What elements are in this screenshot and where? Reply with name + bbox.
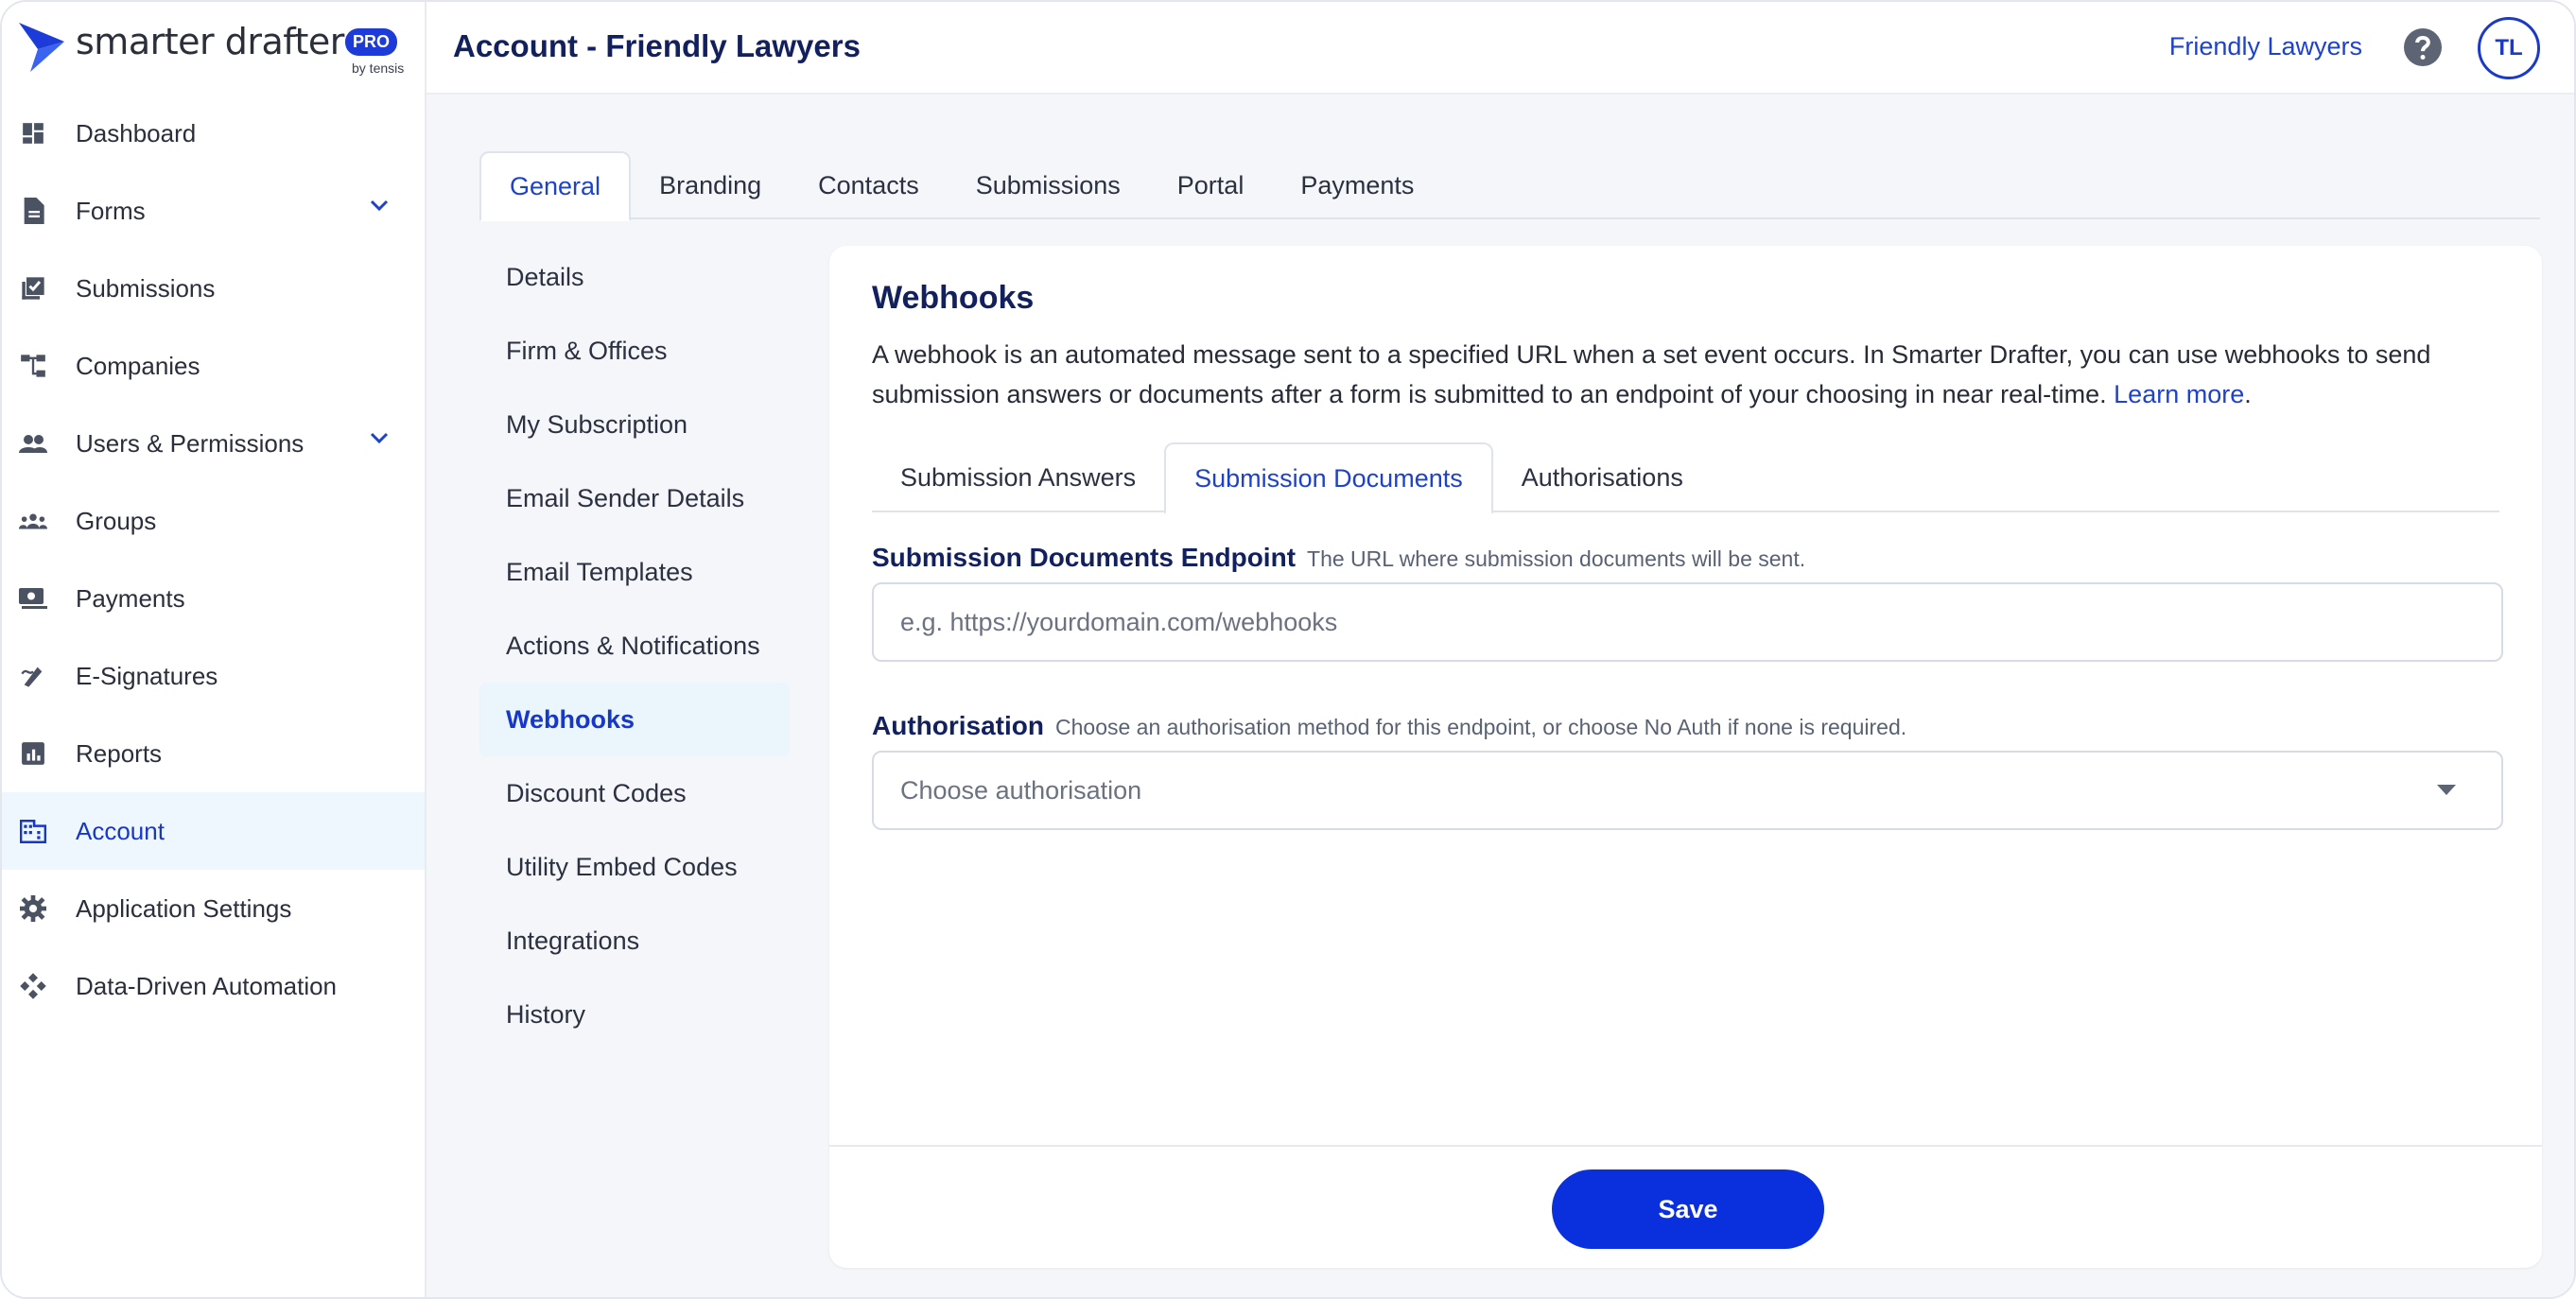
avatar[interactable]: TL <box>2478 17 2540 79</box>
webhooks-card: Webhooks A webhook is an automated messa… <box>829 246 2542 1268</box>
sidebar-item-label: Submissions <box>76 273 216 303</box>
tab-submissions[interactable]: Submissions <box>948 151 1149 219</box>
chevron-down-icon[interactable] <box>369 199 390 212</box>
tab-authorisations[interactable]: Authorisations <box>1493 442 1712 512</box>
report-icon <box>19 739 47 768</box>
sidebar-item-reports[interactable]: Reports <box>2 715 425 792</box>
authorisation-select[interactable]: Choose authorisation <box>872 751 2503 830</box>
sidebar-item-label: Users & Permissions <box>76 428 305 458</box>
webhook-tabs: Submission Answers Submission Documents … <box>872 442 2499 514</box>
logo-mark-icon <box>19 23 64 72</box>
sidebar-item-label: Reports <box>76 738 163 768</box>
sidebar-item-label: Payments <box>76 583 185 613</box>
brand-name: smarter drafter <box>76 21 344 62</box>
subnav-item-actions-notifications[interactable]: Actions & Notifications <box>479 609 790 683</box>
sidebar-item-submissions[interactable]: Submissions <box>2 250 425 327</box>
sidebar-item-label: Forms <box>76 196 146 225</box>
signature-icon <box>19 662 47 690</box>
tab-contacts[interactable]: Contacts <box>790 151 948 219</box>
document-icon <box>19 197 47 225</box>
section-description: A webhook is an automated message sent t… <box>872 340 2431 408</box>
building-icon <box>19 817 47 845</box>
main-content: General Branding Contacts Submissions Po… <box>426 95 2574 1297</box>
subnav-item-firm-offices[interactable]: Firm & Offices <box>479 314 790 388</box>
subnav-item-utility-embed-codes[interactable]: Utility Embed Codes <box>479 830 790 904</box>
logo[interactable]: smarter drafter PRO by tensis <box>17 19 414 79</box>
page-title: Account - Friendly Lawyers <box>453 28 861 63</box>
authorisation-label-text: Authorisation <box>872 711 1044 740</box>
card-footer: Save <box>829 1145 2542 1268</box>
subnav-item-email-templates[interactable]: Email Templates <box>479 535 790 609</box>
sidebar-item-label: E-Signatures <box>76 661 218 690</box>
save-button[interactable]: Save <box>1552 1169 1824 1249</box>
sidebar-item-label: Account <box>76 816 165 845</box>
endpoint-url-input[interactable] <box>872 582 2503 662</box>
tab-payments[interactable]: Payments <box>1272 151 1442 219</box>
sidebar: smarter drafter PRO by tensis Dashboard … <box>2 2 426 1297</box>
checklist-icon <box>19 274 47 303</box>
sidebar-item-account[interactable]: Account <box>2 792 425 870</box>
tab-submission-answers[interactable]: Submission Answers <box>872 442 1164 512</box>
learn-more-link[interactable]: Learn more <box>2114 380 2244 408</box>
pro-badge: PRO <box>345 28 398 56</box>
tab-general[interactable]: General <box>479 151 632 221</box>
sidebar-item-data-driven-automation[interactable]: Data-Driven Automation <box>2 947 425 1025</box>
endpoint-label: Submission Documents Endpoint The URL whe… <box>872 543 1805 573</box>
authorisation-select-value: Choose authorisation <box>900 775 1142 805</box>
sidebar-item-groups[interactable]: Groups <box>2 482 425 560</box>
tab-branding[interactable]: Branding <box>631 151 790 219</box>
account-tabs: General Branding Contacts Submissions Po… <box>479 151 2540 221</box>
sidebar-item-label: Companies <box>76 351 200 380</box>
subnav-item-email-sender-details[interactable]: Email Sender Details <box>479 461 790 535</box>
automation-icon <box>19 972 47 1000</box>
tab-portal[interactable]: Portal <box>1149 151 1273 219</box>
authorisation-hint: Choose an authorisation method for this … <box>1055 715 1907 739</box>
sidebar-item-payments[interactable]: Payments <box>2 560 425 637</box>
subnav-item-discount-codes[interactable]: Discount Codes <box>479 756 790 830</box>
sidebar-item-application-settings[interactable]: Application Settings <box>2 870 425 947</box>
tab-submission-documents[interactable]: Submission Documents <box>1164 442 1493 514</box>
sidebar-item-label: Application Settings <box>76 893 292 923</box>
subnav-item-details[interactable]: Details <box>479 240 790 314</box>
subnav-item-integrations[interactable]: Integrations <box>479 904 790 978</box>
subnav-item-webhooks[interactable]: Webhooks <box>479 683 790 756</box>
brand-byline: by tensis <box>352 61 405 76</box>
sidebar-item-e-signatures[interactable]: E-Signatures <box>2 637 425 715</box>
sidebar-item-companies[interactable]: Companies <box>2 327 425 405</box>
endpoint-label-text: Submission Documents Endpoint <box>872 543 1297 572</box>
app-window: smarter drafter PRO by tensis Dashboard … <box>0 0 2576 1299</box>
sidebar-item-label: Dashboard <box>76 118 197 147</box>
dashboard-icon <box>19 119 47 147</box>
hierarchy-icon <box>19 352 47 380</box>
subnav-item-my-subscription[interactable]: My Subscription <box>479 388 790 461</box>
endpoint-hint: The URL where submission documents will … <box>1307 546 1806 571</box>
section-title: Webhooks <box>872 280 1035 316</box>
top-header: Account - Friendly Lawyers Friendly Lawy… <box>426 2 2574 95</box>
general-subnav: Details Firm & Offices My Subscription E… <box>479 240 790 1051</box>
chevron-down-icon[interactable] <box>369 431 390 444</box>
sidebar-item-users-permissions[interactable]: Users & Permissions <box>2 405 425 482</box>
sidebar-item-label: Data-Driven Automation <box>76 971 338 1000</box>
sidebar-item-forms[interactable]: Forms <box>2 172 425 250</box>
organization-link[interactable]: Friendly Lawyers <box>2169 32 2362 61</box>
caret-down-icon <box>2437 785 2456 795</box>
sidebar-nav: Dashboard Forms Submissions Companies Us… <box>2 95 425 1025</box>
help-icon[interactable] <box>2404 28 2442 71</box>
group-icon <box>19 507 47 535</box>
sidebar-item-dashboard[interactable]: Dashboard <box>2 95 425 172</box>
authorisation-label: Authorisation Choose an authorisation met… <box>872 711 1906 741</box>
money-icon <box>19 584 47 613</box>
users-icon <box>19 429 47 458</box>
sidebar-item-label: Groups <box>76 506 157 535</box>
gear-icon <box>19 894 47 923</box>
subnav-item-history[interactable]: History <box>479 978 790 1051</box>
